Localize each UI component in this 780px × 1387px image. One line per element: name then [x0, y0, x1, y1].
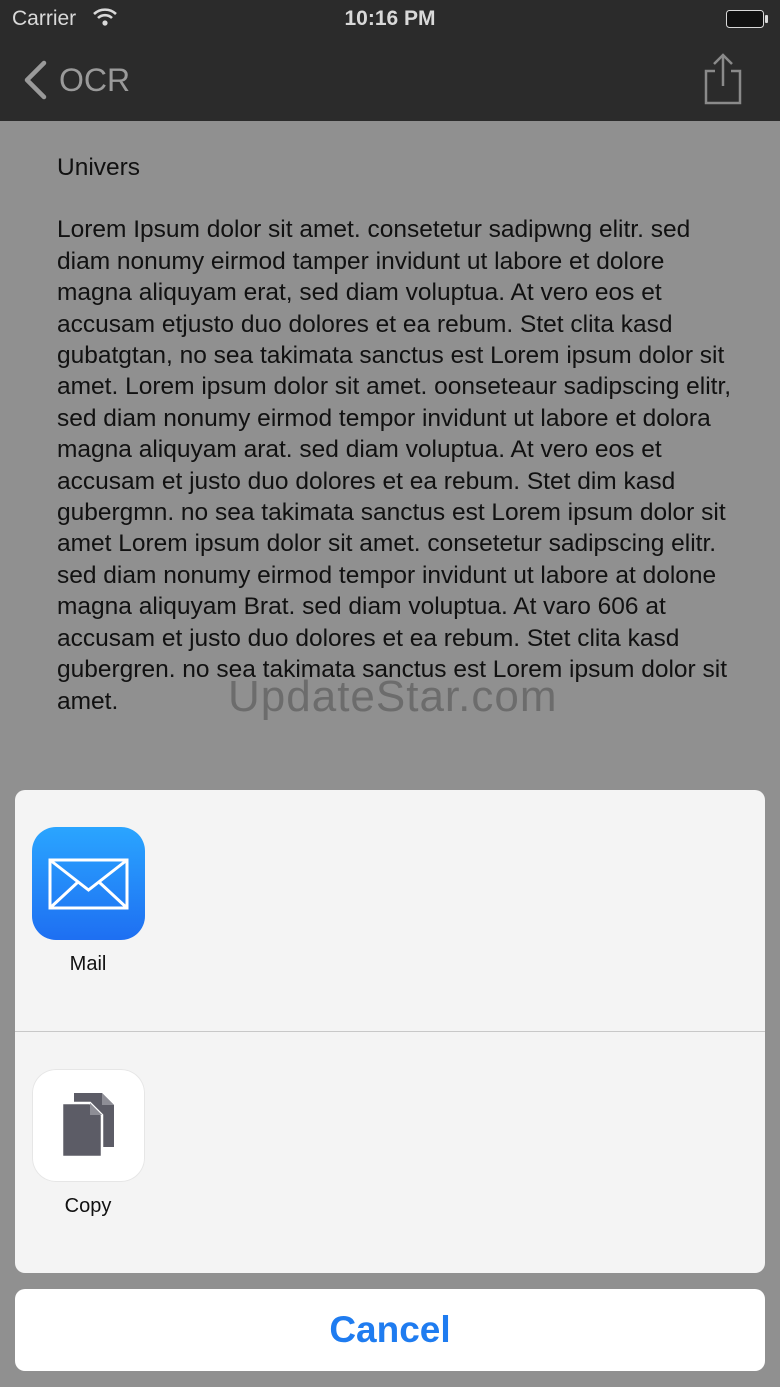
share-sheet-row-apps: Mail: [15, 790, 765, 1031]
share-sheet-row-actions: Copy: [15, 1032, 765, 1273]
document-body: Lorem Ipsum dolor sit amet. consetetur s…: [57, 216, 732, 715]
copy-action-label[interactable]: Copy: [15, 1195, 161, 1218]
watermark-text: UpdateStar.com: [228, 672, 558, 721]
chevron-left-icon[interactable]: [22, 60, 48, 100]
status-time: 10:16 PM: [344, 7, 436, 30]
document-title: Univers: [57, 154, 141, 181]
share-sheet: Mail Copy: [15, 790, 765, 1273]
navigation-bar: OCR: [0, 40, 780, 121]
mail-action-label[interactable]: Mail: [15, 953, 161, 976]
share-icon[interactable]: [700, 52, 746, 106]
cancel-button[interactable]: Cancel: [15, 1289, 765, 1371]
copy-icon[interactable]: [32, 1069, 145, 1182]
mail-icon[interactable]: [32, 827, 145, 940]
document-text-area: Univers Lorem Ipsum dolor sit amet. cons…: [57, 152, 737, 717]
battery-icon: [726, 10, 768, 28]
back-button[interactable]: OCR: [59, 62, 130, 99]
status-bar: Carrier 10:16 PM: [0, 0, 780, 40]
